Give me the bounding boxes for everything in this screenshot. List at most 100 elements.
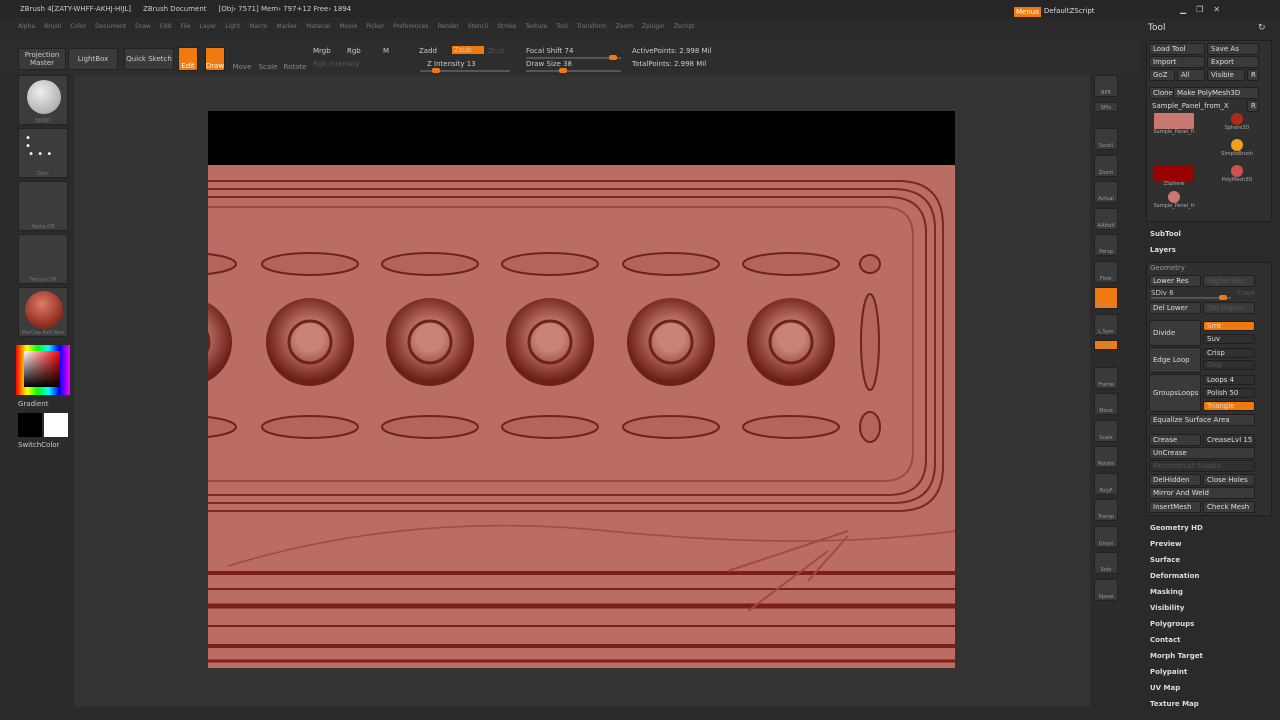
higher-res-button[interactable]: Higher Res (1203, 275, 1255, 287)
cage-button[interactable]: Cage (1237, 289, 1255, 297)
section-morph-target[interactable]: Morph Target (1150, 652, 1203, 660)
restore-icon[interactable]: ❐ (1196, 5, 1203, 14)
lower-res-button[interactable]: Lower Res (1149, 275, 1201, 287)
menu-light[interactable]: Light (225, 23, 240, 30)
delhidden-button[interactable]: DelHidden (1149, 474, 1201, 486)
shelf-aahalf-button[interactable]: AAHalf (1094, 207, 1118, 230)
menu-zoom[interactable]: Zoom (616, 23, 633, 30)
mrgb-button[interactable]: Mrgb (313, 47, 331, 55)
load-tool-button[interactable]: Load Tool (1149, 43, 1205, 55)
check-mesh-button[interactable]: Check Mesh (1203, 501, 1255, 513)
sdiv-slider[interactable]: SDiv 6 (1151, 289, 1174, 297)
scale-button[interactable]: Scale (258, 47, 278, 71)
tool-thumbnail[interactable]: Sample_Panel_fr (1150, 113, 1198, 137)
menu-marker[interactable]: Marker (276, 23, 297, 30)
shelf-persp-button[interactable]: Persp (1094, 234, 1118, 256)
shelf-floor-button[interactable]: Floor (1094, 260, 1118, 283)
save-as-button[interactable]: Save As (1207, 43, 1259, 55)
shelf-xyz-button[interactable]: xyz (1094, 340, 1118, 350)
rotate-button[interactable]: Rotate (284, 47, 307, 71)
menu-zplugin[interactable]: Zplugin (642, 23, 665, 30)
shelf-frame-button[interactable]: Frame (1094, 366, 1118, 389)
polish-slider[interactable]: Polish 50 (1203, 388, 1255, 398)
m-button[interactable]: M (383, 47, 389, 55)
menus-toggle[interactable]: Menus (1014, 7, 1041, 17)
insertmesh-button[interactable]: InsertMesh (1149, 501, 1201, 513)
make-polymesh-button[interactable]: Make PolyMesh3D (1173, 87, 1259, 99)
triangle-toggle[interactable]: Triangle (1203, 401, 1255, 411)
section-texture-map[interactable]: Texture Map (1150, 700, 1199, 708)
tool-thumbnail[interactable]: ZSphere (1150, 165, 1198, 189)
shelf-local-button[interactable]: Local (1094, 287, 1118, 309)
geometry-header[interactable]: Geometry (1150, 264, 1185, 272)
zcut-button[interactable]: Zcut (488, 47, 504, 55)
zsub-button[interactable]: Zsub (452, 46, 484, 54)
menu-draw[interactable]: Draw (135, 23, 151, 30)
shelf-ghost-button[interactable]: Ghost (1094, 525, 1118, 548)
menu-document[interactable]: Document (95, 23, 126, 30)
shelf-bpr-button[interactable]: BPR (1094, 75, 1118, 97)
shelf-solo-button[interactable]: Solo (1094, 552, 1118, 574)
import-button[interactable]: Import (1149, 56, 1205, 68)
section-preview[interactable]: Preview (1150, 540, 1182, 548)
shelf-zoom-button[interactable]: Zoom (1094, 154, 1118, 177)
quick-sketch-button[interactable]: Quick Sketch (124, 48, 174, 70)
section-deformation[interactable]: Deformation (1150, 572, 1199, 580)
menu-alpha[interactable]: Alpha (18, 23, 35, 30)
color-picker[interactable] (16, 345, 70, 395)
close-holes-button[interactable]: Close Holes (1203, 474, 1255, 486)
menu-movie[interactable]: Movie (340, 23, 358, 30)
minimize-icon[interactable]: ▁ (1180, 5, 1186, 14)
suv-toggle[interactable]: Suv (1203, 334, 1255, 344)
crisp-toggle[interactable]: Crisp (1203, 348, 1255, 358)
draw-size-slider[interactable] (526, 68, 621, 73)
rgb-intensity-slider[interactable]: Rgb Intensity (313, 60, 359, 68)
projection-master-button[interactable]: Projection Master (18, 48, 66, 70)
smt-toggle[interactable]: Smt (1203, 321, 1255, 331)
visible-button[interactable]: Visible (1207, 69, 1245, 81)
section-masking[interactable]: Masking (1150, 588, 1183, 596)
texture-thumbnail[interactable]: Texture Off (18, 234, 68, 284)
section-polygroups[interactable]: Polygroups (1150, 620, 1194, 628)
z-intensity-slider[interactable] (420, 68, 510, 73)
menu-render[interactable]: Render (437, 23, 458, 30)
del-lower-button[interactable]: Del Lower (1149, 302, 1201, 314)
clone-button[interactable]: Clone (1149, 87, 1173, 99)
document-canvas[interactable] (208, 111, 955, 668)
uncrease-button[interactable]: UnCrease (1149, 447, 1255, 459)
mirror-and-weld-button[interactable]: Mirror And Weld (1149, 487, 1255, 499)
menu-zscript[interactable]: Zscript (674, 23, 695, 30)
material-thumbnail[interactable]: MatCap Red Wax (18, 287, 68, 337)
secondary-color-swatch[interactable] (18, 413, 42, 437)
menu-file[interactable]: File (180, 23, 190, 30)
menu-brush[interactable]: Brush (44, 23, 61, 30)
move-button[interactable]: Move (232, 47, 252, 71)
main-color-swatch[interactable] (44, 413, 68, 437)
reconstruct-subdiv-button[interactable]: Reconstruct Subdiv (1149, 460, 1255, 472)
all-button[interactable]: All (1177, 69, 1205, 81)
section-surface[interactable]: Surface (1150, 556, 1180, 564)
shelf-scroll-button[interactable]: Scroll (1094, 128, 1118, 150)
del-higher-button[interactable]: Del Higher (1203, 302, 1255, 314)
edge-loop-button[interactable]: Edge Loop (1149, 347, 1201, 373)
tool-thumbnail[interactable]: Sample_Panel_fr (1150, 191, 1198, 215)
shelf-move-button[interactable]: Move (1094, 393, 1118, 415)
divide-button[interactable]: Divide (1149, 320, 1201, 346)
zadd-button[interactable]: Zadd (419, 47, 437, 55)
menu-preferences[interactable]: Preferences (393, 23, 428, 30)
default-zscript-button[interactable]: DefaultZScript (1044, 7, 1095, 17)
menu-picker[interactable]: Picker (366, 23, 384, 30)
shelf-polyf-button[interactable]: PolyF (1094, 472, 1118, 495)
menu-transform[interactable]: Transform (577, 23, 607, 30)
r-button[interactable]: R (1247, 69, 1259, 81)
switch-color-button[interactable]: SwitchColor (18, 441, 59, 449)
focal-shift-slider[interactable] (526, 55, 621, 60)
shelf-spix-button[interactable]: SPix (1094, 101, 1118, 112)
menu-texture[interactable]: Texture (525, 23, 547, 30)
shelf-lsym-button[interactable]: L.Sym (1094, 313, 1118, 336)
shelf-transp-button[interactable]: Transp (1094, 499, 1118, 521)
menu-material[interactable]: Material (306, 23, 330, 30)
stroke-thumbnail[interactable]: • • • • • Dots (18, 128, 68, 178)
current-tool-r-button[interactable]: R (1247, 100, 1259, 112)
subtool-section[interactable]: SubTool (1150, 230, 1181, 238)
